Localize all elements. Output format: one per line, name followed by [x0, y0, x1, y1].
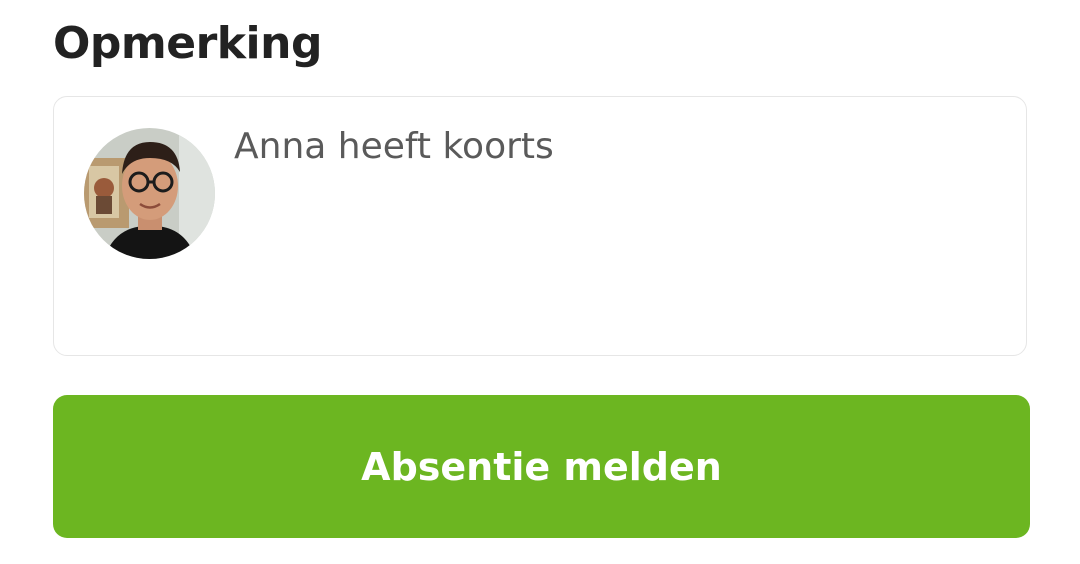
- report-absence-button[interactable]: Absentie melden: [53, 395, 1030, 538]
- user-avatar: [84, 128, 215, 259]
- comment-box[interactable]: Anna heeft koorts: [53, 96, 1027, 356]
- comment-section-title: Opmerking: [53, 18, 322, 69]
- comment-text-field[interactable]: Anna heeft koorts: [234, 121, 996, 173]
- avatar-photo-icon: [84, 128, 215, 259]
